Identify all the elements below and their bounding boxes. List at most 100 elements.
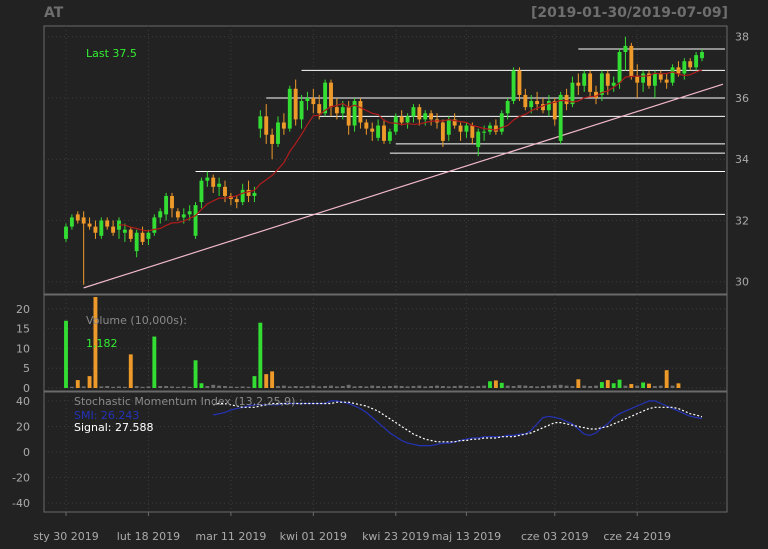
volume-bar — [299, 386, 304, 388]
candle-body — [140, 232, 145, 242]
candle-body — [128, 229, 133, 239]
volume-bar — [488, 381, 492, 388]
volume-bar — [329, 385, 333, 388]
volume-bar — [635, 385, 640, 388]
candle-body — [175, 211, 180, 218]
smi-tick-label: 0 — [23, 446, 30, 459]
candle-body — [411, 107, 416, 117]
volume-bar — [111, 386, 116, 388]
volume-bar — [364, 386, 369, 388]
candle-body — [529, 101, 534, 108]
volume-bar — [393, 385, 398, 388]
volume-bar — [417, 385, 422, 388]
candle-body — [552, 101, 557, 120]
candle-body — [499, 113, 504, 132]
volume-bar — [676, 383, 681, 388]
candle-body — [670, 67, 675, 83]
candle-body — [523, 94, 528, 108]
volume-bar — [570, 386, 575, 388]
candle-body — [682, 61, 687, 74]
candle-body — [287, 88, 292, 129]
volume-bar — [605, 380, 610, 388]
candle-body — [429, 113, 434, 120]
candle-body — [64, 226, 68, 239]
volume-bar — [423, 386, 428, 388]
volume-bar — [270, 371, 275, 388]
candle-body — [446, 119, 451, 135]
candle-body — [217, 183, 222, 187]
candle-body — [358, 101, 363, 123]
volume-bar — [281, 385, 286, 388]
trend-line — [83, 83, 724, 289]
volume-bar — [75, 380, 80, 388]
candle-body — [152, 217, 157, 233]
volume-bar — [87, 376, 92, 388]
volume-bar — [493, 380, 498, 388]
x-tick-label: mar 11 2019 — [195, 530, 266, 543]
candle-body — [470, 125, 475, 138]
candle-body — [223, 186, 227, 196]
candle-body — [582, 73, 587, 86]
volume-bar — [122, 386, 127, 388]
candle-body — [464, 125, 469, 132]
candle-body — [170, 195, 174, 209]
candle-body — [75, 214, 80, 221]
volume-bar — [564, 385, 569, 388]
volume-tick-label: 10 — [16, 342, 30, 355]
candle-body — [664, 79, 669, 83]
volume-bar — [399, 386, 404, 388]
volume-bar — [193, 360, 198, 388]
volume-bar — [164, 386, 169, 388]
candle-body — [311, 97, 316, 105]
volume-bar — [652, 386, 657, 388]
candle-body — [234, 199, 239, 203]
price-tick-label: 32 — [735, 214, 749, 227]
candle-body — [688, 61, 693, 68]
candle-body — [334, 107, 339, 114]
price-tick-label: 38 — [735, 31, 749, 44]
volume-bar — [558, 384, 563, 388]
chart-canvas: sty 30 2019 lut 18 2019 mar 11 2019 kwi 01 … — [12, 25, 749, 543]
volume-bar — [458, 385, 463, 388]
signal-line — [213, 401, 703, 443]
volume-bar — [228, 386, 233, 388]
candle-body — [564, 94, 569, 105]
volume-bar — [405, 386, 410, 388]
volume-bar — [546, 385, 551, 388]
volume-bar — [175, 386, 180, 388]
volume-bar — [346, 384, 351, 388]
volume-bar — [234, 386, 239, 388]
candle-body — [364, 122, 369, 129]
candle-body — [246, 189, 251, 196]
volume-bar — [311, 385, 316, 388]
volume-bar — [223, 386, 227, 388]
candle-body — [105, 220, 110, 227]
volume-bar — [246, 386, 251, 388]
signal-value-label: Signal: 27.588 — [74, 421, 153, 434]
volume-bar — [240, 386, 245, 388]
candle-body — [387, 131, 392, 141]
volume-bar — [517, 385, 522, 388]
volume-bar — [647, 383, 651, 388]
volume-bar — [81, 386, 86, 388]
volume-bar — [334, 386, 339, 388]
candle-body — [276, 122, 280, 144]
candle-body — [122, 229, 127, 233]
candle-body — [476, 131, 481, 147]
volume-bar — [340, 386, 345, 388]
candle-body — [493, 125, 498, 132]
volume-bar — [535, 386, 540, 388]
candle-body — [535, 101, 540, 105]
volume-bar — [411, 386, 416, 388]
candle-body — [376, 125, 381, 138]
volume-bar — [146, 386, 151, 388]
candle-body — [87, 223, 92, 227]
candle-body — [676, 67, 681, 74]
x-tick-label: lut 18 2019 — [117, 530, 180, 543]
last-price-label: Last 37.5 — [86, 47, 137, 60]
volume-bar — [629, 384, 634, 388]
candle-body — [264, 116, 269, 135]
volume-bar — [611, 383, 616, 388]
smi-panel-label: Stochastic Momentum Index (13,2,25,9) : — [74, 395, 303, 408]
volume-bar — [370, 385, 375, 388]
